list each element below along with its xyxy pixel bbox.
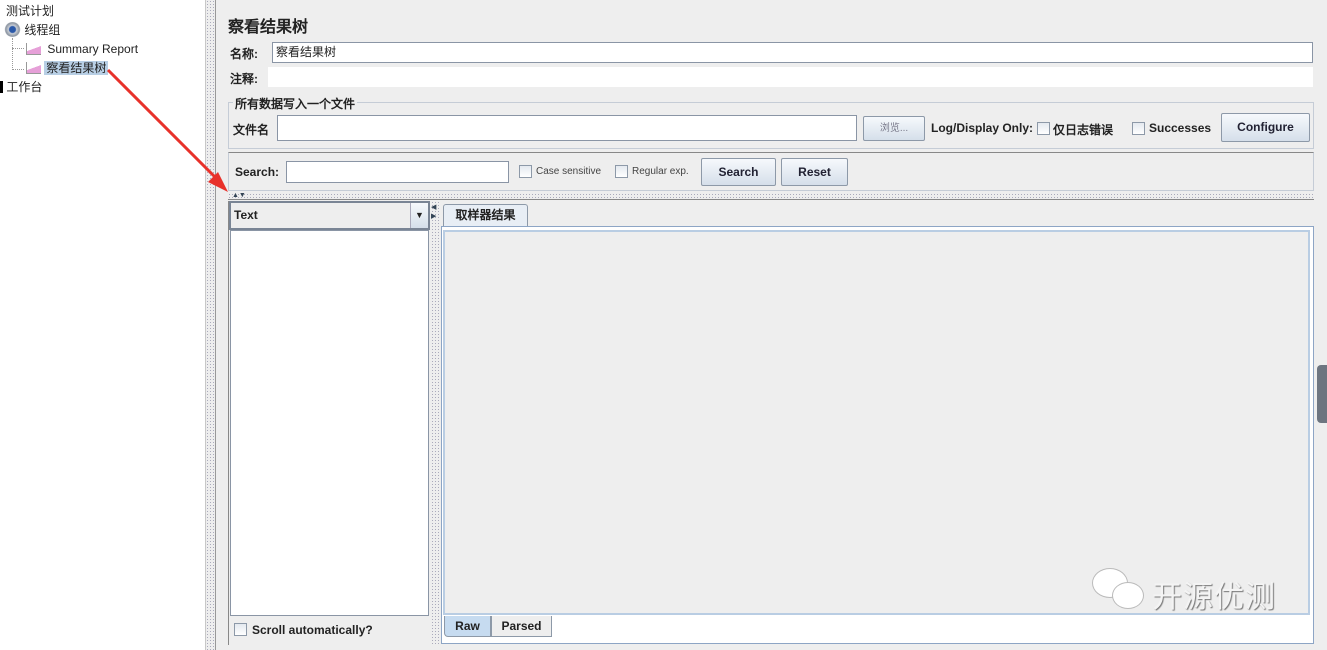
red-arrow-annotation (106, 68, 228, 192)
arrow-line (106, 68, 224, 186)
